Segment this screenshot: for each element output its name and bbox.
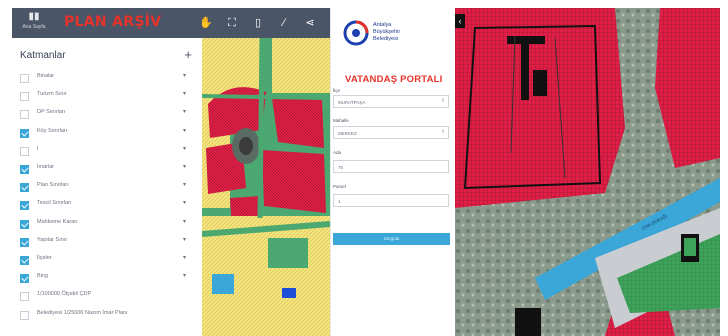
chevron-updown-icon: ⇕ bbox=[440, 98, 445, 104]
layer-item[interactable]: Plan Sınırları ▾ bbox=[20, 180, 198, 196]
collapse-panel-button[interactable]: ‹ bbox=[455, 14, 465, 28]
logo-text: Antalya Büyükşehir Belediyesi bbox=[373, 22, 401, 42]
layer-checkbox[interactable] bbox=[20, 183, 29, 193]
district-label: İlçe bbox=[333, 88, 341, 93]
layers-panel: Katmanlar + Binalar ▾ Turizm Sınır ▾ DP Sını… bbox=[12, 38, 203, 336]
parcel-label: Parsel bbox=[333, 184, 346, 189]
top-toolbar: ▮▮ Ana Sayfa PLAN ARŞİV ✋ ⛶ ▯ ∕ ⋖ bbox=[12, 8, 330, 38]
layer-item[interactable]: DP Sınırları ▾ bbox=[20, 107, 198, 123]
measure-icon[interactable]: ∕ bbox=[276, 15, 292, 31]
layer-label: Turizm Sınır bbox=[37, 91, 67, 98]
layer-checkbox[interactable] bbox=[20, 201, 29, 211]
layer-label: Yapılar Sınır bbox=[37, 236, 68, 243]
layer-label: İmarlar bbox=[37, 164, 55, 170]
layer-label: Tescil Sınırları bbox=[37, 200, 72, 207]
layer-checkbox[interactable] bbox=[20, 274, 29, 284]
chevron-down-icon[interactable]: ▾ bbox=[183, 145, 186, 152]
add-layer-button[interactable]: + bbox=[184, 47, 192, 62]
layer-checkbox[interactable] bbox=[20, 92, 29, 102]
layer-checkbox[interactable] bbox=[20, 256, 29, 265]
layer-label: Plan Sınırları bbox=[37, 182, 69, 189]
neighborhood-label: Mahalle bbox=[333, 118, 349, 123]
layer-item[interactable]: Belediyesi 1/25000 Nazım İmar Planı bbox=[20, 308, 198, 324]
layer-checkbox[interactable] bbox=[20, 128, 29, 138]
chevron-down-icon[interactable]: ▾ bbox=[183, 108, 186, 115]
layer-item[interactable]: Bing ▾ bbox=[20, 271, 198, 287]
chevron-down-icon[interactable]: ▾ bbox=[183, 90, 186, 97]
portal-title: VATANDAŞ PORTALI bbox=[345, 74, 443, 85]
layer-label: Köy Sınırları bbox=[37, 127, 68, 134]
chevron-down-icon[interactable]: ▾ bbox=[183, 272, 186, 279]
home-button[interactable]: ▮▮ Ana Sayfa bbox=[17, 11, 51, 35]
layer-label: Mahkeme Kararı bbox=[37, 218, 78, 225]
chevron-down-icon[interactable]: ▾ bbox=[183, 199, 186, 206]
layer-checkbox[interactable] bbox=[20, 165, 29, 174]
layer-item[interactable]: Mahkeme Kararı ▾ bbox=[20, 217, 198, 233]
layer-label: İlçeler bbox=[37, 255, 52, 261]
hand-icon[interactable]: ✋ bbox=[198, 15, 214, 31]
layer-item[interactable]: Binalar ▾ bbox=[20, 71, 198, 87]
district-select[interactable]: MURATPAŞA ⇕ bbox=[333, 95, 449, 108]
chevron-down-icon[interactable]: ▾ bbox=[183, 236, 186, 243]
parcel-input[interactable]: 1 bbox=[333, 194, 449, 207]
layer-item[interactable]: Tescil Sınırları ▾ bbox=[20, 198, 198, 214]
chevron-down-icon[interactable]: ▾ bbox=[183, 254, 186, 261]
delete-icon[interactable]: ▯ bbox=[250, 15, 266, 31]
layer-item[interactable]: Turizm Sınır ▾ bbox=[20, 89, 198, 105]
layer-checkbox[interactable] bbox=[20, 110, 29, 120]
chevron-updown-icon: ⇕ bbox=[440, 129, 445, 135]
neighborhood-select[interactable]: MERKEZ ⇕ bbox=[333, 126, 449, 139]
citizen-portal-panel: Antalya Büyükşehir Belediyesi VATANDAŞ P… bbox=[330, 8, 456, 336]
layer-label: Binalar bbox=[37, 73, 55, 79]
layer-item[interactable]: Köy Sınırları ▾ bbox=[20, 126, 198, 142]
chevron-down-icon[interactable]: ▾ bbox=[183, 127, 186, 134]
layer-checkbox[interactable] bbox=[20, 146, 29, 156]
layer-item[interactable]: İlçeler ▾ bbox=[20, 253, 198, 269]
parcel-map[interactable]: CAN SOKAĞI bbox=[455, 8, 720, 336]
chevron-down-icon[interactable]: ▾ bbox=[183, 181, 186, 188]
zoning-map[interactable] bbox=[202, 38, 330, 336]
block-input[interactable]: 75 bbox=[333, 160, 449, 173]
layer-item[interactable]: İmarlar ▾ bbox=[20, 162, 198, 178]
municipality-logo-icon bbox=[343, 20, 369, 46]
layer-label: 1/100000 Ölçekli ÇDP bbox=[37, 291, 92, 298]
layer-checkbox[interactable] bbox=[20, 219, 29, 229]
layer-label: İ bbox=[37, 145, 39, 152]
layers-title: Katmanlar bbox=[20, 50, 66, 61]
app-title: PLAN ARŞİV bbox=[64, 14, 162, 30]
layer-checkbox[interactable] bbox=[20, 310, 29, 320]
layer-label: DP Sınırları bbox=[37, 109, 66, 116]
extent-icon[interactable]: ⛶ bbox=[224, 15, 240, 31]
layer-item[interactable]: Yapılar Sınır ▾ bbox=[20, 235, 198, 251]
home-icon: ▮▮ bbox=[28, 11, 40, 22]
share-icon[interactable]: ⋖ bbox=[302, 15, 318, 31]
block-label: Ada bbox=[333, 150, 342, 155]
chevron-down-icon[interactable]: ▾ bbox=[183, 218, 186, 225]
layer-item[interactable]: İ ▾ bbox=[20, 144, 198, 160]
layer-checkbox[interactable] bbox=[20, 292, 29, 302]
chevron-down-icon[interactable]: ▾ bbox=[183, 163, 186, 170]
layer-label: Bing bbox=[37, 273, 49, 280]
layer-item[interactable]: 1/100000 Ölçekli ÇDP bbox=[20, 289, 198, 305]
layer-label: Belediyesi 1/25000 Nazım İmar Planı bbox=[37, 309, 128, 316]
home-label: Ana Sayfa bbox=[22, 24, 46, 30]
layer-checkbox[interactable] bbox=[20, 237, 29, 247]
query-button[interactable]: Sorgula bbox=[333, 233, 450, 245]
chevron-down-icon[interactable]: ▾ bbox=[183, 72, 186, 79]
layer-checkbox[interactable] bbox=[20, 74, 29, 83]
